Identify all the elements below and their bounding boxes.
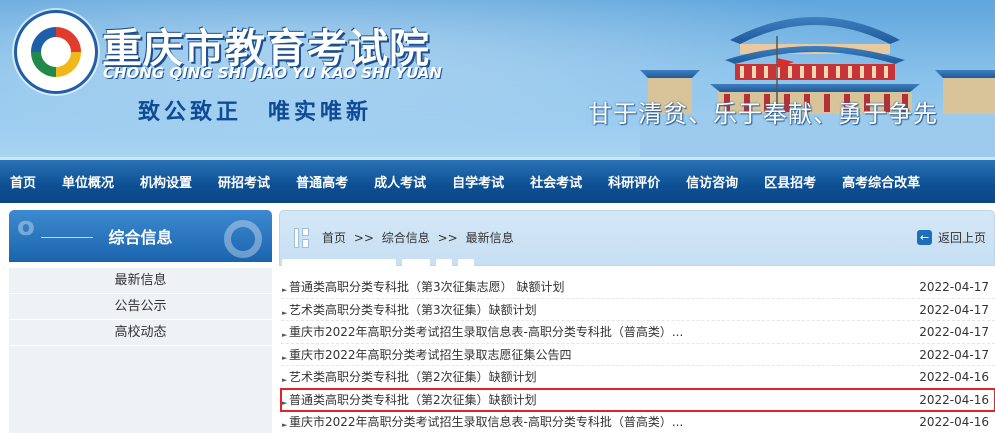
- breadcrumb-home[interactable]: 首页: [322, 231, 346, 245]
- great-hall-illustration: [640, 17, 995, 157]
- back-arrow-icon: ←: [916, 230, 932, 245]
- nav-item-gaokao-reform[interactable]: 高考综合改革: [842, 172, 920, 191]
- nav-item-petition[interactable]: 信访咨询: [686, 172, 738, 191]
- news-title-link[interactable]: 艺术类高职分类专科批（第2次征集）缺额计划: [289, 366, 537, 388]
- news-date: 2022-04-16: [919, 392, 989, 407]
- breadcrumb-bar: 首页 >> 综合信息 >> 最新信息 ← 返回上页: [279, 210, 995, 267]
- sidebar: o 综合信息 最新信息 公告公示 高校动态: [9, 210, 272, 433]
- decorative-tab-strip: [282, 259, 480, 267]
- logo-emblem-icon: [31, 27, 81, 77]
- page: 重庆市教育考试院 CHONG QING SHI JIAO YU KAO SHI …: [0, 0, 995, 433]
- nav-item-graduate-exam[interactable]: 研招考试: [218, 172, 270, 191]
- list-item: ► 艺术类高职分类专科批（第2次征集）缺额计划 2022-04-16: [281, 366, 995, 389]
- site-title-pinyin: CHONG QING SHI JIAO YU KAO SHI YUAN: [103, 64, 442, 82]
- sidebar-title: 综合信息: [108, 228, 173, 247]
- news-date: 2022-04-17: [919, 347, 989, 362]
- list-item-highlighted: ► 普通类高职分类专科批（第2次征集）缺额计划 2022-04-16: [280, 387, 995, 412]
- news-title-link[interactable]: 普通类高职分类专科批（第3次征集志愿） 缺额计划: [289, 276, 564, 298]
- news-title-link[interactable]: 重庆市2022年高职分类考试招生录取志愿征集公告四: [289, 344, 572, 366]
- breadcrumb-icon: [294, 228, 310, 248]
- institute-logo[interactable]: [14, 10, 98, 94]
- breadcrumb-current: 最新信息: [465, 231, 514, 245]
- nav-list: 首页 单位概况 机构设置 研招考试 普通高考 成人考试 自学考试 社会考试 科研…: [0, 160, 995, 203]
- news-list: ► 普通类高职分类专科批（第3次征集志愿） 缺额计划 2022-04-17 ► …: [280, 276, 995, 433]
- news-date: 2022-04-16: [919, 370, 989, 384]
- list-item: ► 艺术类高职分类专科批（第3次征集）缺额计划 2022-04-17: [281, 299, 995, 321]
- breadcrumb-section[interactable]: 综合信息: [382, 231, 430, 245]
- breadcrumb-separator: >>: [437, 231, 458, 245]
- nav-item-about[interactable]: 单位概况: [62, 172, 114, 191]
- logo-core: [41, 37, 71, 67]
- nav-item-home[interactable]: 首页: [10, 172, 36, 191]
- sidebar-header: o 综合信息: [9, 210, 272, 262]
- news-title-link[interactable]: 重庆市2022年高职分类考试招生录取信息表-高职分类专科批（普高类）...: [289, 411, 683, 433]
- news-title-link[interactable]: 艺术类高职分类专科批（第3次征集）缺额计划: [289, 299, 537, 321]
- news-date: 2022-04-17: [919, 302, 989, 317]
- news-date: 2022-04-17: [919, 325, 989, 339]
- nav-item-organization[interactable]: 机构设置: [140, 172, 192, 191]
- bullet-icon: ►: [282, 421, 288, 429]
- nav-item-gaokao[interactable]: 普通高考: [296, 172, 348, 191]
- nav-item-self-study-exam[interactable]: 自学考试: [452, 172, 504, 191]
- breadcrumb-separator: >>: [353, 231, 374, 245]
- news-title-link[interactable]: 重庆市2022年高职分类考试招生录取信息表-高职分类专科批（普高类）...: [289, 321, 683, 343]
- list-item: ► 重庆市2022年高职分类考试招生录取信息表-高职分类专科批（普高类）... …: [281, 321, 995, 344]
- sidebar-item-latest-info[interactable]: 最新信息: [9, 268, 272, 294]
- back-button-label: 返回上页: [937, 231, 986, 245]
- site-banner: 重庆市教育考试院 CHONG QING SHI JIAO YU KAO SHI …: [0, 0, 995, 157]
- list-item: ► 普通类高职分类专科批（第3次征集志愿） 缺额计划 2022-04-17: [281, 276, 995, 299]
- main-nav: 首页 单位概况 机构设置 研招考试 普通高考 成人考试 自学考试 社会考试 科研…: [0, 157, 995, 203]
- news-date: 2022-04-16: [919, 415, 989, 429]
- site-slogan: 甘于清贫、乐于奉献、勇于争先: [588, 100, 938, 128]
- nav-item-district[interactable]: 区县招考: [764, 172, 816, 191]
- nav-item-research[interactable]: 科研评价: [608, 172, 660, 191]
- list-item: ► 重庆市2022年高职分类考试招生录取志愿征集公告四 2022-04-17: [281, 344, 995, 366]
- nav-item-social-exam[interactable]: 社会考试: [530, 172, 582, 191]
- list-item: ► 重庆市2022年高职分类考试招生录取信息表-高职分类专科批（普高类）... …: [281, 411, 995, 433]
- sidebar-item-university-news[interactable]: 高校动态: [9, 320, 272, 346]
- sidebar-item-announcements[interactable]: 公告公示: [9, 294, 272, 320]
- site-motto: 致公致正 唯实唯新: [138, 99, 373, 125]
- breadcrumb: 首页 >> 综合信息 >> 最新信息: [322, 229, 514, 246]
- news-title-link[interactable]: 普通类高职分类专科批（第2次征集）缺额计划: [289, 389, 537, 411]
- news-date: 2022-04-17: [919, 280, 989, 294]
- nav-item-adult-exam[interactable]: 成人考试: [374, 172, 426, 191]
- main-panel: 首页 >> 综合信息 >> 最新信息 ← 返回上页 ► 普通类高职分类专科批（第…: [279, 210, 995, 433]
- sidebar-menu: 最新信息 公告公示 高校动态: [9, 268, 272, 433]
- back-button[interactable]: ← 返回上页: [916, 229, 986, 246]
